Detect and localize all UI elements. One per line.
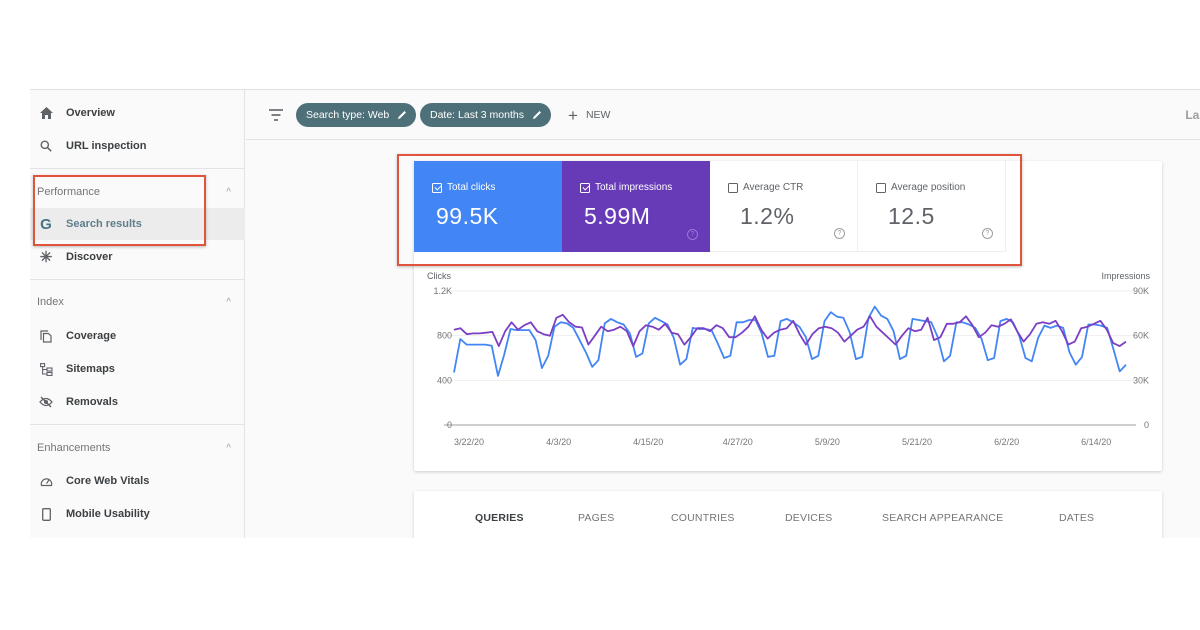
left-axis-title: Clicks: [427, 271, 451, 281]
last-updated-text: Las: [1185, 108, 1200, 122]
tab-pages[interactable]: PAGES: [578, 512, 614, 524]
sidebar-item-label: Core Web Vitals: [66, 475, 150, 487]
tab-dates[interactable]: DATES: [1059, 512, 1094, 524]
chip-label: Date: Last 3 months: [430, 109, 524, 121]
sidebar-item-coverage[interactable]: Coverage: [30, 320, 245, 352]
filter-chip-date[interactable]: Date: Last 3 months: [420, 103, 551, 127]
sidebar-item-label: Mobile Usability: [66, 508, 150, 520]
sidebar-item-core-web-vitals[interactable]: Core Web Vitals: [30, 465, 245, 497]
home-icon: [39, 106, 53, 120]
new-label: NEW: [585, 109, 611, 121]
left-tick-label: 400: [437, 375, 452, 385]
sidebar-divider: [30, 279, 245, 280]
coverage-icon: [39, 329, 53, 343]
tab-queries[interactable]: QUERIES: [475, 512, 524, 524]
sidebar-item-overview[interactable]: Overview: [30, 97, 245, 129]
left-tick-label: 0: [447, 420, 452, 430]
google-g-icon: G: [40, 215, 52, 233]
dimension-tabs: QUERIES PAGES COUNTRIES DEVICES SEARCH A…: [414, 491, 1162, 538]
sidebar-item-label: Coverage: [66, 330, 117, 342]
sidebar-item-search-results[interactable]: G Search results: [30, 208, 245, 240]
sidebar-item-removals[interactable]: Removals: [30, 386, 245, 418]
chip-label: Search type: Web: [306, 109, 390, 121]
chevron-up-icon: ^: [226, 442, 231, 454]
series-line-clicks: [453, 305, 1127, 377]
section-title: Index: [37, 296, 64, 308]
pencil-icon: [398, 111, 407, 119]
sidebar-item-label: Overview: [66, 107, 115, 119]
sidebar-item-discover[interactable]: ✳ Discover: [30, 241, 245, 273]
section-performance-header[interactable]: Performance ^: [30, 178, 245, 206]
right-tick-label: 0: [1144, 420, 1149, 430]
sidebar-divider: [30, 168, 245, 169]
right-tick-label: 30K: [1133, 375, 1149, 385]
plus-icon: +: [568, 105, 578, 125]
filter-chip-search-type[interactable]: Search type: Web: [296, 103, 417, 127]
discover-asterisk-icon: ✳: [39, 249, 53, 266]
right-axis-title: Impressions: [1101, 271, 1150, 281]
right-tick-label: 60K: [1133, 331, 1149, 341]
sidebar-item-label: Removals: [66, 396, 118, 408]
left-tick-label: 800: [437, 331, 452, 341]
left-tick-label: 1.2K: [433, 286, 452, 296]
filter-bar: Search type: Web Date: Last 3 months + N…: [246, 90, 1200, 140]
tab-devices[interactable]: DEVICES: [785, 512, 833, 524]
chevron-up-icon: ^: [226, 296, 231, 308]
section-enhancements-header[interactable]: Enhancements ^: [30, 434, 245, 462]
gauge-icon: [39, 474, 53, 488]
new-filter-button[interactable]: + NEW: [568, 106, 610, 124]
tab-countries[interactable]: COUNTRIES: [671, 512, 735, 524]
x-tick-label: 6/14/20: [1081, 437, 1111, 447]
sidebar-item-label: URL inspection: [66, 140, 147, 152]
phone-icon: [39, 507, 53, 521]
sidebar-divider: [30, 424, 245, 425]
right-tick-label: 90K: [1133, 286, 1149, 296]
x-tick-label: 5/21/20: [902, 437, 932, 447]
x-tick-label: 5/9/20: [815, 437, 840, 447]
sidebar-item-label: Search results: [66, 218, 142, 230]
x-tick-label: 4/15/20: [633, 437, 663, 447]
x-tick-label: 6/2/20: [994, 437, 1019, 447]
search-icon: [39, 139, 53, 153]
eye-off-icon: [39, 395, 53, 409]
chevron-up-icon: ^: [226, 186, 231, 198]
x-tick-label: 4/3/20: [546, 437, 571, 447]
section-title: Performance: [37, 186, 100, 198]
section-index-header[interactable]: Index ^: [30, 288, 245, 316]
sidebar-item-label: Discover: [66, 251, 113, 263]
tab-search-appearance[interactable]: SEARCH APPEARANCE: [882, 512, 1003, 524]
sidebar-item-url-inspection[interactable]: URL inspection: [30, 130, 245, 162]
performance-card: Total clicks 99.5K Total impressions 5.9…: [414, 161, 1162, 471]
filter-icon[interactable]: [268, 108, 284, 122]
performance-chart: Clicks Impressions 0 400 800 1.2K 0 30K 60K 90…: [427, 271, 1151, 447]
pencil-icon: [532, 111, 541, 119]
series-line-impressions: [453, 313, 1127, 348]
search-console-window: Overview URL inspection Performance ^ G …: [30, 89, 1200, 538]
x-tick-label: 3/22/20: [454, 437, 484, 447]
sidebar-item-mobile-usability[interactable]: Mobile Usability: [30, 498, 245, 530]
sidebar-item-sitemaps[interactable]: Sitemaps: [30, 353, 245, 385]
sidebar: Overview URL inspection Performance ^ G …: [30, 90, 245, 538]
section-title: Enhancements: [37, 442, 111, 454]
sidebar-item-label: Sitemaps: [66, 363, 115, 375]
x-tick-label: 4/27/20: [723, 437, 753, 447]
sitemap-icon: [39, 362, 53, 376]
